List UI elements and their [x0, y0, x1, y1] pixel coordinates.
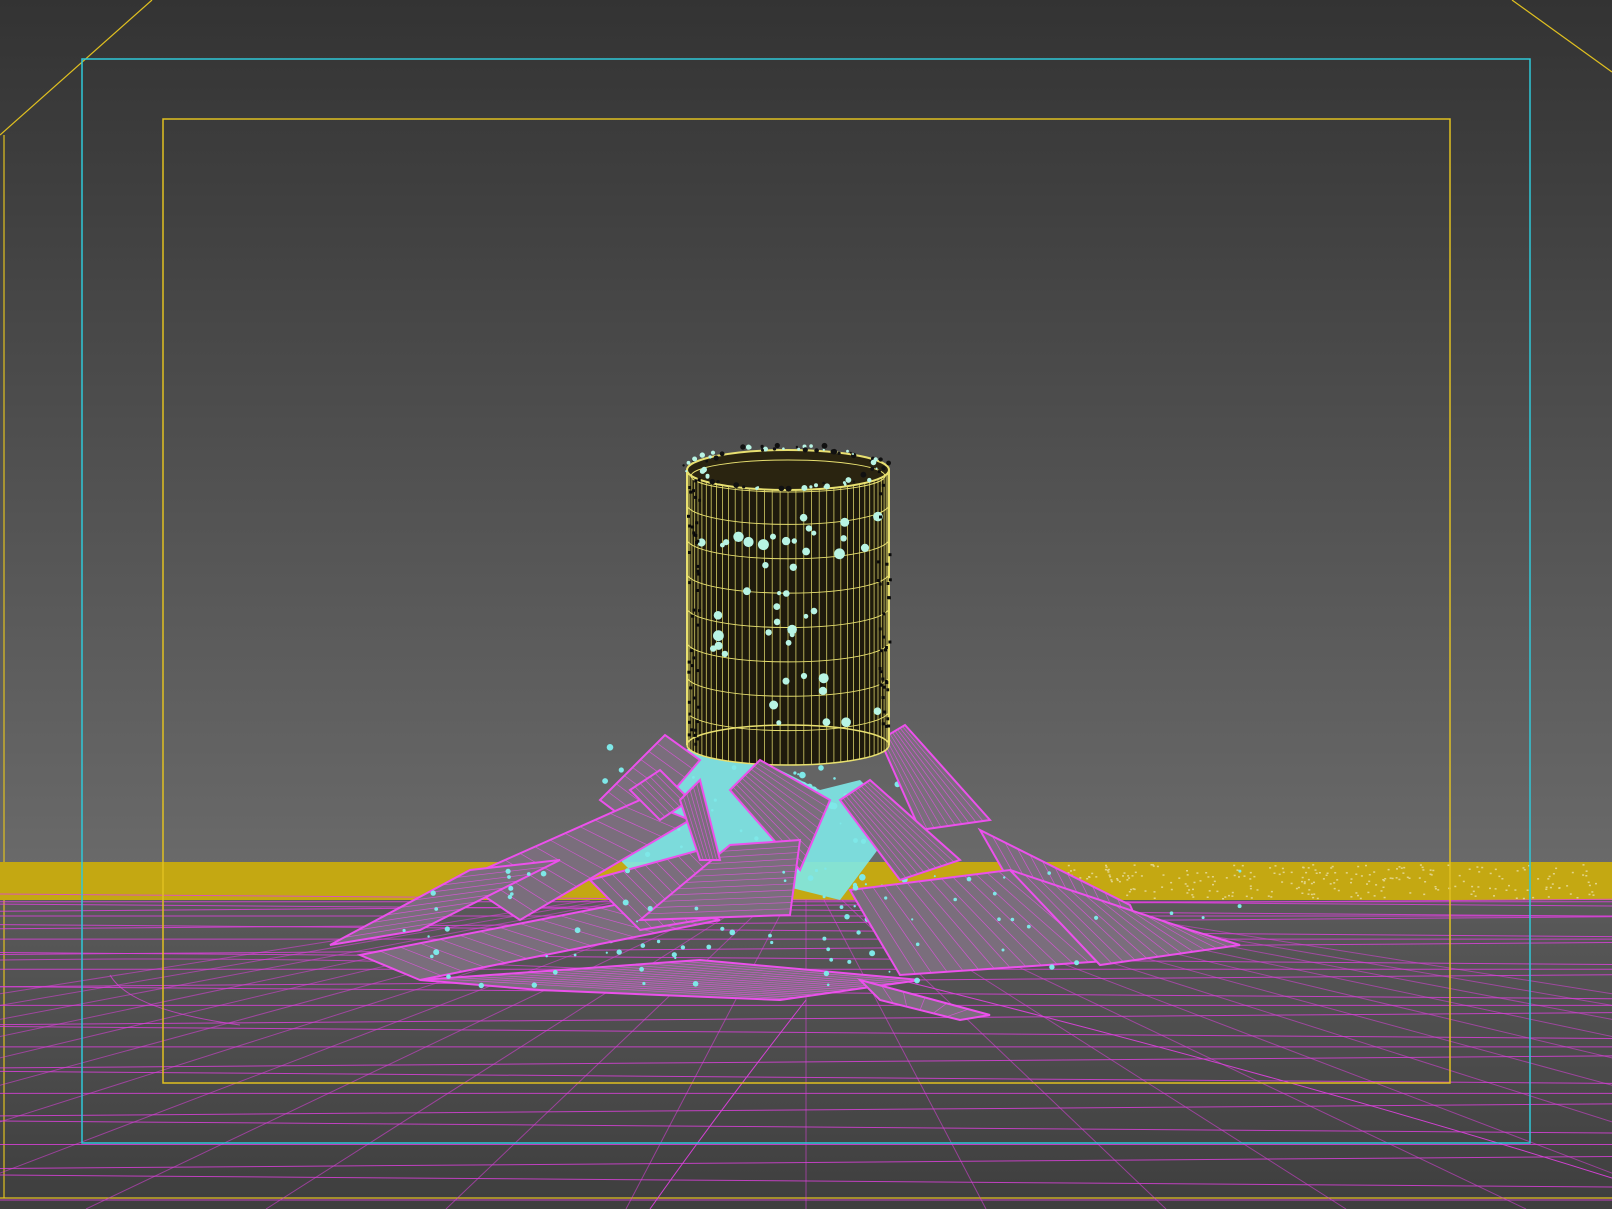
viewport-canvas[interactable] — [0, 0, 1612, 1209]
cylinder-mesh[interactable] — [682, 442, 892, 766]
viewport-3d[interactable] — [0, 0, 1612, 1209]
